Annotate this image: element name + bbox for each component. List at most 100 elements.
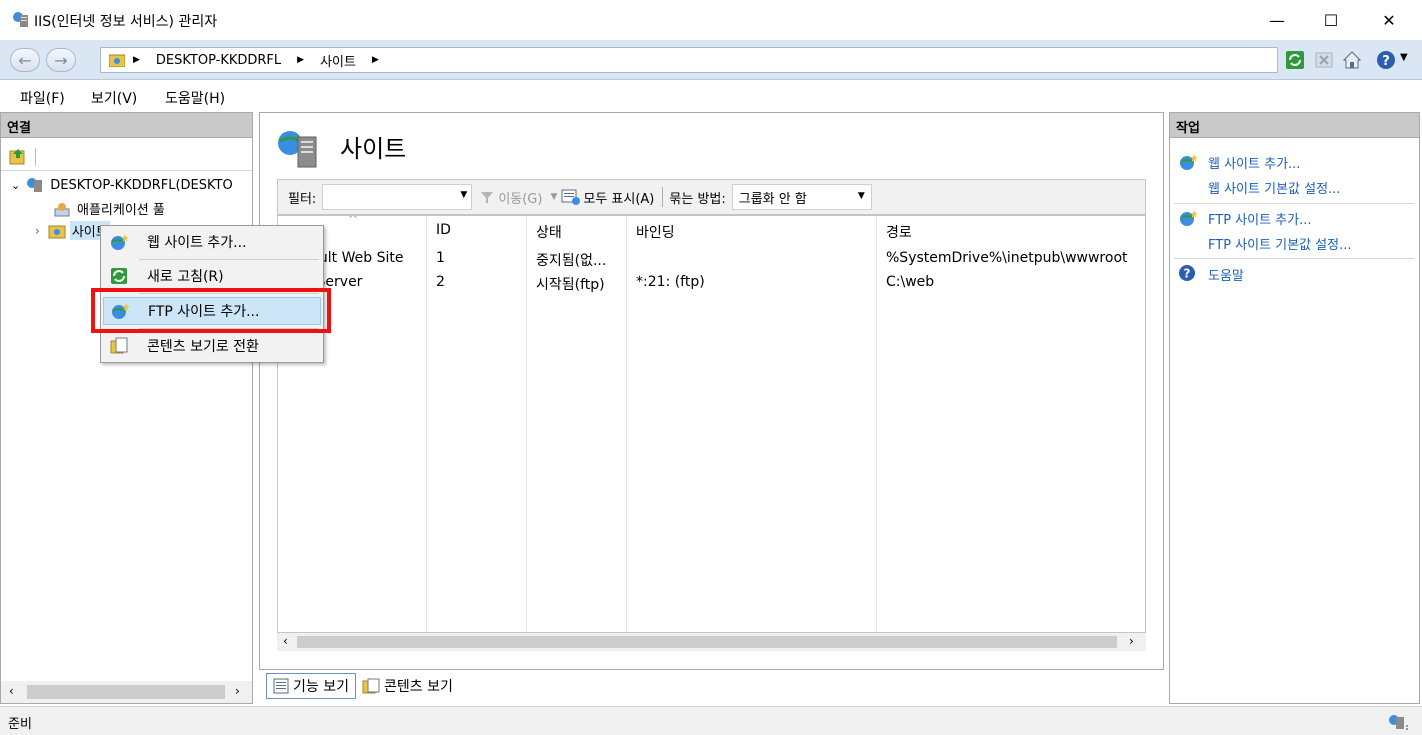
- refresh-icon: [105, 267, 133, 285]
- column-header-path[interactable]: 경로: [886, 222, 912, 242]
- breadcrumb-sites[interactable]: 사이트: [320, 51, 356, 70]
- tree-label-app-pools: 애플리케이션 풀: [77, 203, 165, 218]
- connections-header: 연결: [0, 112, 253, 138]
- collapse-chevron-icon[interactable]: ⌄: [11, 179, 20, 192]
- ctx-refresh[interactable]: 새로 고침(R): [103, 262, 321, 290]
- scroll-thumb[interactable]: [27, 685, 225, 699]
- window-title: IIS(인터넷 정보 서비스) 관리자: [34, 14, 218, 30]
- sites-pane: 사이트 필터: ▼ 이동(G) ▼ 모두 표시(A) 묶는 방법: 그룹화 안 …: [259, 112, 1164, 670]
- action-help[interactable]: 도움말: [1208, 265, 1244, 284]
- breadcrumb-server[interactable]: DESKTOP-KKDDRFL: [156, 53, 281, 68]
- ctx-separator: [139, 259, 319, 260]
- expand-chevron-icon[interactable]: ›: [35, 224, 40, 238]
- ctx-switch-content-view[interactable]: 콘텐츠 보기로 전환: [103, 332, 321, 360]
- group-by-label: 묶는 방법:: [669, 191, 726, 207]
- action-web-site-defaults[interactable]: 웹 사이트 기본값 설정...: [1208, 178, 1340, 197]
- show-all-label: 모두 표시(A): [583, 191, 655, 207]
- filter-input[interactable]: ▼: [322, 184, 473, 210]
- help-icon[interactable]: ?: [1376, 50, 1396, 70]
- cell-status: 시작됨(ftp): [536, 277, 605, 293]
- tab-content-label: 콘텐츠 보기: [383, 679, 453, 695]
- refresh-icon[interactable]: [1285, 50, 1305, 70]
- cell-id: 2: [436, 274, 445, 290]
- scroll-right-icon[interactable]: ›: [235, 684, 240, 698]
- view-tabs: 기능 보기 콘텐츠 보기: [266, 673, 459, 701]
- sites-globe-icon: [276, 129, 322, 169]
- help-circle-icon: ?: [1178, 264, 1196, 282]
- actions-separator: [1174, 203, 1414, 204]
- connect-icon[interactable]: [9, 148, 27, 166]
- breadcrumb-separator-icon: ▶: [133, 55, 140, 65]
- filter-bar: 필터: ▼ 이동(G) ▼ 모두 표시(A) 묶는 방법: 그룹화 안 함 ▼: [277, 179, 1146, 215]
- group-by-select[interactable]: 그룹화 안 함 ▼: [731, 184, 872, 210]
- scroll-right-icon[interactable]: ›: [1129, 634, 1134, 648]
- group-by-value: 그룹화 안 함: [738, 191, 807, 207]
- status-bar: 준비: [0, 706, 1422, 735]
- menu-help[interactable]: 도움말(H): [165, 88, 225, 108]
- filter-label: 필터:: [288, 191, 317, 207]
- forward-button[interactable]: →: [46, 48, 76, 72]
- ctx-add-web-site[interactable]: 웹 사이트 추가...: [103, 228, 321, 256]
- group-by-dropdown-icon[interactable]: ▼: [858, 191, 865, 201]
- ctx-switch-content-view-label: 콘텐츠 보기로 전환: [147, 339, 259, 355]
- menu-view[interactable]: 보기(V): [91, 88, 137, 108]
- tree-label-server: DESKTOP-KKDDRFL(DESKTO: [50, 177, 233, 193]
- actions-separator: [1174, 258, 1414, 259]
- app-pool-icon: [53, 201, 71, 217]
- column-separator: [626, 216, 627, 632]
- go-dropdown-icon[interactable]: ▼: [550, 192, 557, 202]
- scroll-left-icon[interactable]: ‹: [9, 684, 14, 698]
- column-header-status[interactable]: 상태: [536, 222, 562, 242]
- help-dropdown-icon[interactable]: ▼: [1400, 52, 1408, 63]
- close-button[interactable]: ✕: [1366, 0, 1412, 40]
- action-add-ftp-site[interactable]: FTP 사이트 추가...: [1208, 209, 1312, 228]
- sites-hscrollbar[interactable]: ‹ ›: [277, 633, 1146, 651]
- ctx-refresh-label: 새로 고침(R): [147, 269, 224, 285]
- scroll-left-icon[interactable]: ‹: [283, 634, 288, 648]
- tab-features-view[interactable]: 기능 보기: [266, 673, 356, 699]
- funnel-icon: [480, 190, 494, 204]
- tree-item-app-pools[interactable]: 애플리케이션 풀: [53, 199, 165, 218]
- column-header-binding[interactable]: 바인딩: [636, 222, 675, 242]
- iis-app-icon: [12, 11, 30, 29]
- tab-content-view[interactable]: 콘텐츠 보기: [356, 673, 459, 699]
- column-header-id[interactable]: ID: [436, 222, 451, 238]
- home-icon[interactable]: [1342, 50, 1362, 70]
- tab-features-label: 기능 보기: [293, 679, 349, 695]
- svg-text:?: ?: [1382, 54, 1390, 69]
- content-view-icon: [105, 337, 133, 355]
- tree-item-sites[interactable]: › 사이트: [35, 221, 110, 240]
- go-label: 이동(G): [498, 191, 543, 207]
- maximize-button[interactable]: ☐: [1308, 0, 1354, 40]
- connections-toolbar: [1, 143, 252, 171]
- back-button[interactable]: ←: [10, 48, 40, 72]
- features-view-icon: [273, 678, 289, 694]
- cell-path: C:\web: [886, 274, 935, 290]
- scroll-thumb[interactable]: [297, 636, 1117, 648]
- sort-ascending-icon: ^: [348, 215, 359, 226]
- minimize-button[interactable]: —: [1254, 0, 1300, 40]
- stop-icon[interactable]: [1314, 50, 1334, 70]
- content-view-icon: [362, 678, 380, 694]
- menu-file[interactable]: 파일(F): [20, 88, 65, 108]
- page-title: 사이트: [340, 135, 407, 163]
- show-all-button[interactable]: 모두 표시(A): [561, 188, 654, 207]
- connections-hscrollbar[interactable]: ‹ ›: [1, 681, 252, 703]
- sites-table: ^ 이름 ID 상태 바인딩 경로 Default Web Site 1 중지됨…: [277, 215, 1146, 633]
- action-add-web-site[interactable]: 웹 사이트 추가...: [1208, 153, 1300, 172]
- filterbar-divider: [662, 187, 664, 207]
- filter-dropdown-icon[interactable]: ▼: [460, 190, 467, 200]
- column-separator: [526, 216, 527, 632]
- connections-pane: 연결 ⌄ DESKTOP-KKDDRFL(DESKTO 애플리케이션 풀 › 사…: [0, 112, 253, 704]
- tree-item-server[interactable]: ⌄ DESKTOP-KKDDRFL(DESKTO: [11, 177, 233, 193]
- column-separator: [876, 216, 877, 632]
- address-bar: ← → ▶ DESKTOP-KKDDRFL ▶ 사이트 ▶ ? ▼: [0, 40, 1422, 80]
- actions-header: 작업: [1169, 112, 1420, 138]
- ctx-add-web-site-label: 웹 사이트 추가...: [147, 235, 247, 251]
- actions-pane: 작업 웹 사이트 추가... 웹 사이트 기본값 설정... FTP 사이트 추…: [1169, 112, 1420, 704]
- add-web-site-icon: [1178, 153, 1198, 171]
- cell-path: %SystemDrive%\inetpub\wwwroot: [886, 250, 1128, 266]
- action-ftp-site-defaults[interactable]: FTP 사이트 기본값 설정...: [1208, 234, 1352, 253]
- go-button[interactable]: 이동(G) ▼: [480, 188, 557, 207]
- address-field[interactable]: ▶ DESKTOP-KKDDRFL ▶ 사이트 ▶: [100, 47, 1278, 73]
